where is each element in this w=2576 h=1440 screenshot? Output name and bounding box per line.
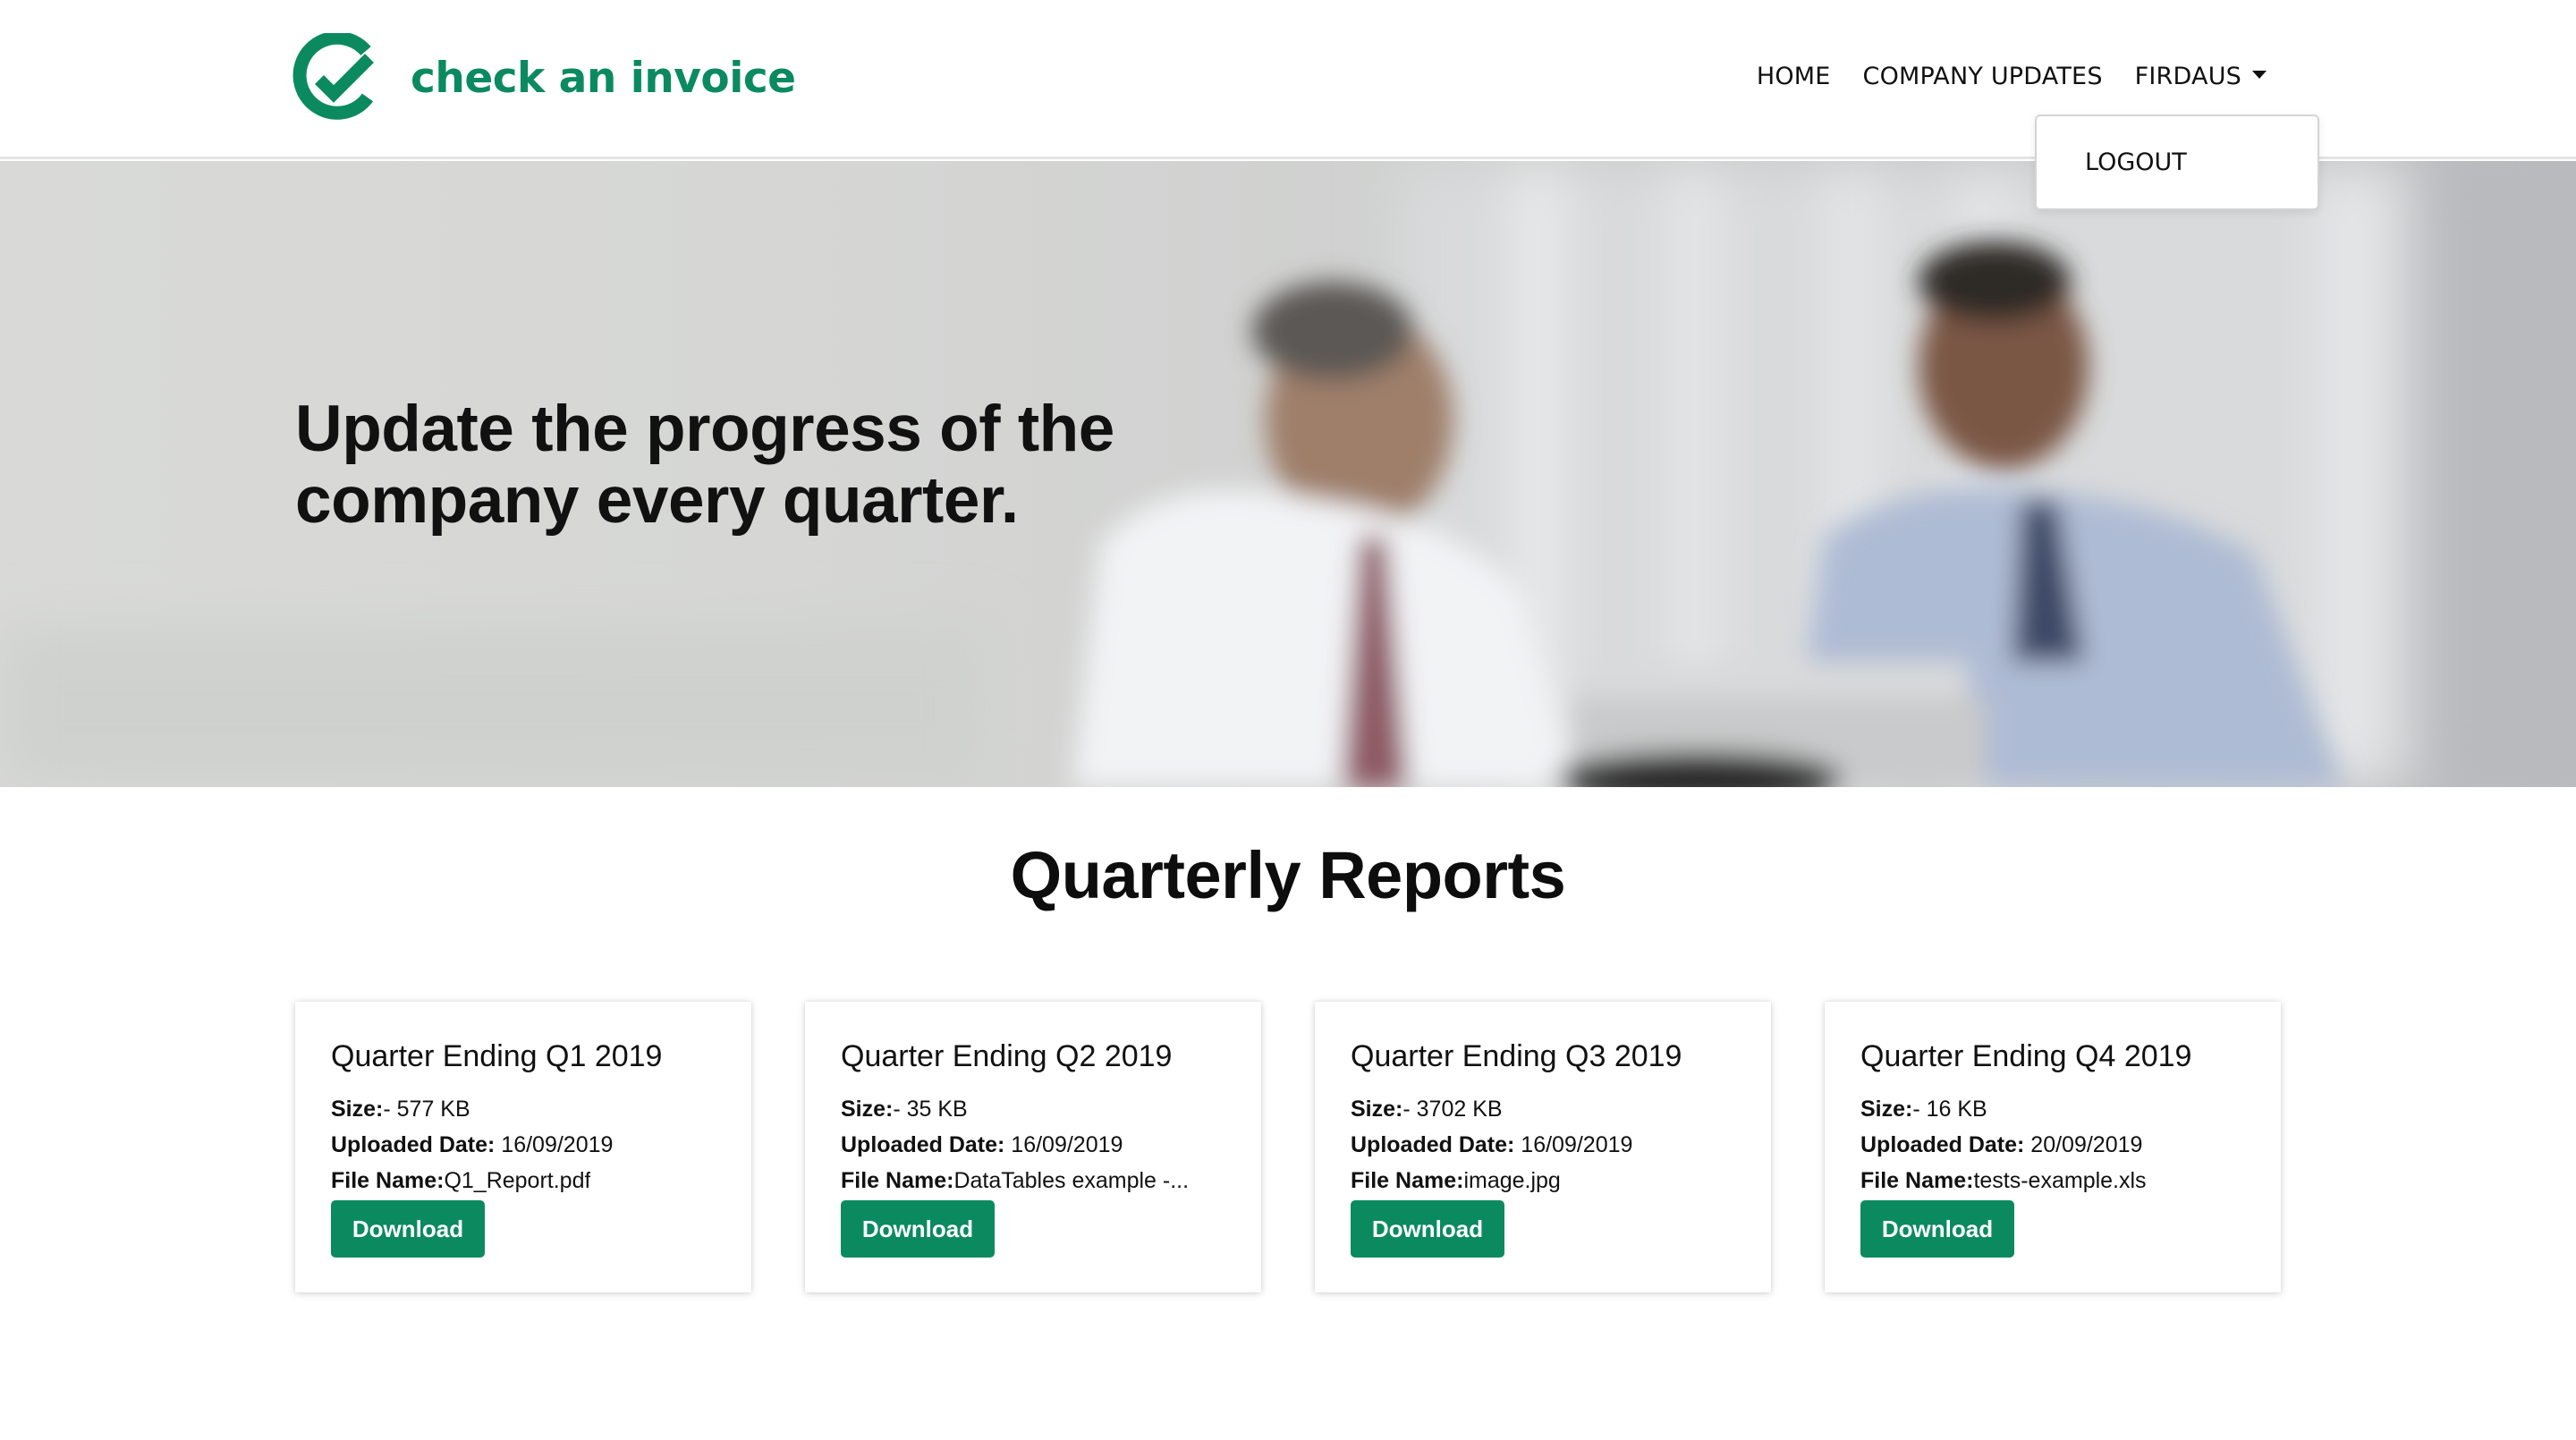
report-size: Size:- 577 KB (331, 1097, 470, 1122)
date-value: 16/09/2019 (1514, 1132, 1633, 1157)
file-value: image.jpg (1463, 1168, 1561, 1193)
download-button[interactable]: Download (841, 1200, 995, 1258)
report-title: Quarter Ending Q1 2019 (331, 1039, 663, 1073)
size-value: - 577 KB (383, 1097, 470, 1122)
size-label: Size: (331, 1097, 384, 1122)
size-value: - 16 KB (1912, 1097, 1987, 1122)
date-value: 16/09/2019 (1004, 1132, 1123, 1157)
report-title: Quarter Ending Q2 2019 (841, 1039, 1173, 1073)
user-name: FIRDAUS (2134, 63, 2241, 90)
report-card-q2: Quarter Ending Q2 2019 Size:- 35 KB Uplo… (805, 1002, 1261, 1292)
report-date: Uploaded Date: 16/09/2019 (331, 1132, 613, 1158)
file-label: File Name: (841, 1168, 954, 1193)
section-title: Quarterly Reports (1010, 838, 1566, 912)
file-label: File Name: (1351, 1168, 1464, 1193)
file-value: tests-example.xls (1973, 1168, 2147, 1193)
size-label: Size: (1351, 1097, 1403, 1122)
hero-banner: Update the progress of the company every… (0, 161, 2576, 787)
report-file: File Name:Q1_Report.pdf (331, 1168, 590, 1194)
report-date: Uploaded Date: 16/09/2019 (1351, 1132, 1632, 1158)
report-date: Uploaded Date: 20/09/2019 (1860, 1132, 2142, 1158)
size-value: - 35 KB (893, 1097, 968, 1122)
download-button[interactable]: Download (1860, 1200, 2014, 1258)
report-card-q4: Quarter Ending Q4 2019 Size:- 16 KB Uplo… (1825, 1002, 2281, 1292)
report-size: Size:- 16 KB (1860, 1097, 1987, 1122)
file-label: File Name: (1860, 1168, 1974, 1193)
size-label: Size: (1860, 1097, 1913, 1122)
report-file: File Name:tests-example.xls (1860, 1168, 2147, 1194)
nav-company-updates[interactable]: COMPANY UPDATES (1863, 63, 2103, 90)
report-date: Uploaded Date: 16/09/2019 (841, 1132, 1123, 1158)
date-value: 20/09/2019 (2024, 1132, 2143, 1157)
logout-menu-item[interactable]: LOGOUT (2085, 148, 2187, 176)
size-value: - 3702 KB (1402, 1097, 1503, 1122)
report-size: Size:- 3702 KB (1351, 1097, 1503, 1122)
hero-headline-line2: company every quarter. (295, 464, 1019, 537)
brand-name: check an invoice (411, 53, 796, 103)
size-label: Size: (841, 1097, 894, 1122)
report-title: Quarter Ending Q3 2019 (1351, 1039, 1682, 1073)
date-label: Uploaded Date: (1351, 1132, 1515, 1157)
nav-user-menu[interactable]: FIRDAUS (2135, 63, 2267, 90)
date-value: 16/09/2019 (495, 1132, 614, 1157)
user-dropdown-menu: LOGOUT (2035, 114, 2319, 210)
main-nav: HOME COMPANY UPDATES FIRDAUS (1757, 63, 2267, 90)
hero-headline-line1: Update the progress of the (295, 393, 1114, 465)
reports-grid: Quarter Ending Q1 2019 Size:- 577 KB Upl… (295, 1002, 2283, 1292)
file-value: DataTables example -... (953, 1168, 1190, 1193)
report-file: File Name:image.jpg (1351, 1168, 1561, 1194)
download-button[interactable]: Download (331, 1200, 485, 1258)
date-label: Uploaded Date: (841, 1132, 1005, 1157)
date-label: Uploaded Date: (1860, 1132, 2025, 1157)
report-title: Quarter Ending Q4 2019 (1860, 1039, 2192, 1073)
report-card-q3: Quarter Ending Q3 2019 Size:- 3702 KB Up… (1315, 1002, 1771, 1292)
report-file: File Name:DataTables example -... (841, 1168, 1189, 1194)
nav-home[interactable]: HOME (1757, 63, 1831, 90)
report-size: Size:- 35 KB (841, 1097, 968, 1122)
download-button[interactable]: Download (1351, 1200, 1504, 1258)
file-value: Q1_Report.pdf (444, 1168, 591, 1193)
report-card-q1: Quarter Ending Q1 2019 Size:- 577 KB Upl… (295, 1002, 751, 1292)
date-label: Uploaded Date: (331, 1132, 496, 1157)
file-label: File Name: (331, 1168, 445, 1193)
caret-down-icon (2252, 71, 2267, 79)
hero-headline: Update the progress of the company every… (295, 394, 1279, 537)
check-logo-icon (292, 33, 374, 120)
brand-logo[interactable]: check an invoice (292, 32, 796, 123)
